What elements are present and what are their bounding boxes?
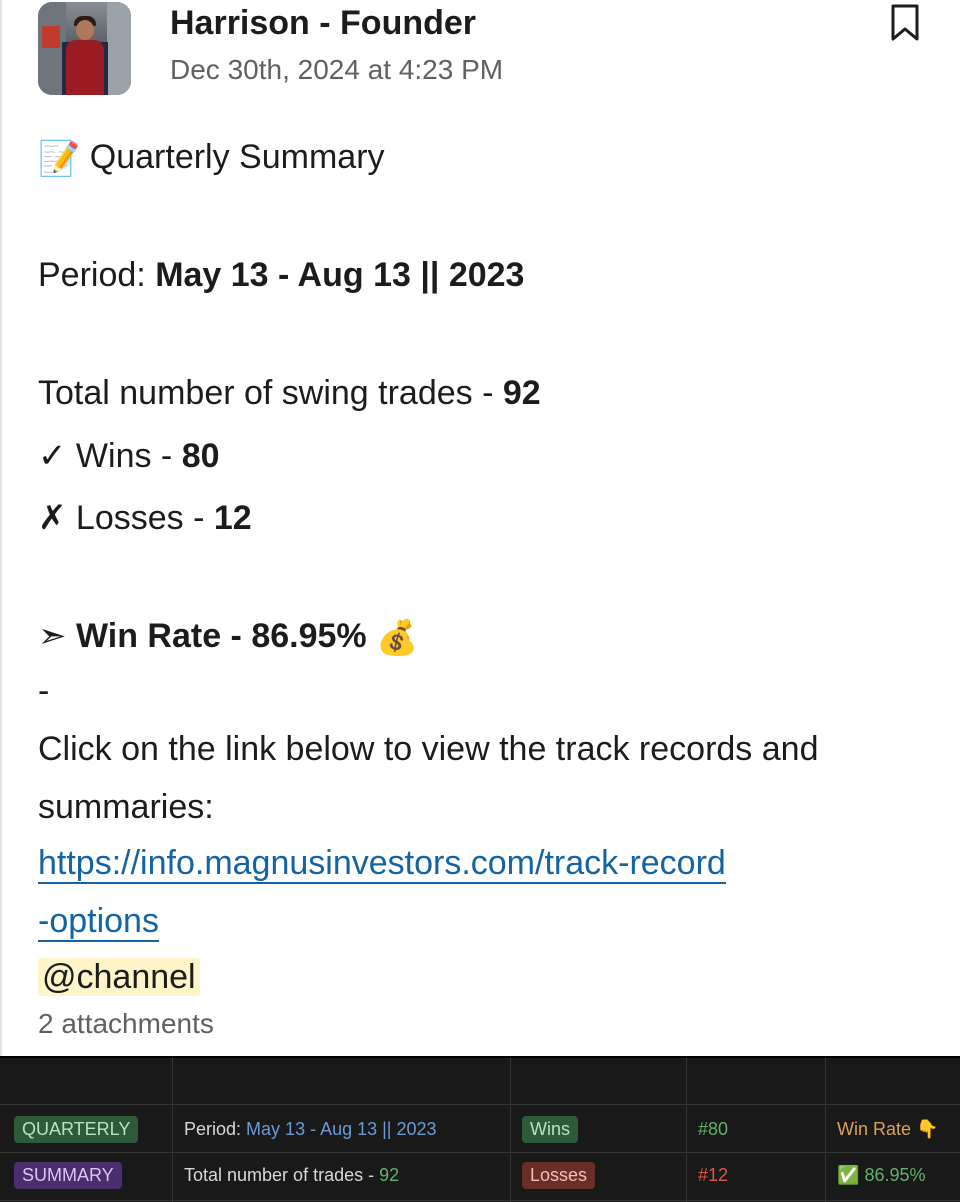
arrow-icon: ➣: [38, 617, 67, 655]
channel-mention[interactable]: @channel: [38, 958, 200, 996]
losses-count: #12: [698, 1165, 729, 1185]
period-label: Period:: [38, 256, 156, 294]
losses-tag: Losses: [522, 1162, 596, 1189]
trades-cell: Total number of trades - 92: [184, 1165, 399, 1186]
track-record-link-continued[interactable]: -options: [38, 902, 159, 942]
separator-dash: -: [38, 672, 50, 710]
period-cell-value: May 13 - Aug 13 || 2023: [246, 1119, 437, 1139]
cta-line-2: summaries:: [38, 788, 214, 826]
losses-value: 12: [213, 499, 252, 537]
period-value: May 13 - Aug 13 || 2023: [155, 256, 525, 294]
total-trades-line: Total number of swing trades - 92: [38, 374, 541, 413]
message-timestamp[interactable]: Dec 30th, 2024 at 4:23 PM: [170, 54, 503, 86]
quarterly-tag: QUARTERLY: [14, 1116, 139, 1143]
win-rate-value-cell: ✅ 86.95%: [837, 1165, 926, 1186]
win-rate-value: 86.95%: [864, 1165, 926, 1185]
money-bag-icon: 💰: [376, 619, 419, 658]
channel-mention-line: @channel: [38, 958, 200, 997]
wins-tag: Wins: [522, 1116, 578, 1143]
trades-cell-value: 92: [379, 1165, 400, 1185]
memo-icon: 📝: [38, 140, 81, 179]
summary-tag: SUMMARY: [14, 1162, 122, 1189]
check-icon: ✅: [837, 1165, 860, 1185]
period-cell-label: Period:: [184, 1119, 247, 1139]
attachments-count[interactable]: 2 attachments: [38, 1008, 214, 1040]
wins-count: #80: [698, 1119, 729, 1139]
wins-label: ✓ Wins -: [38, 437, 182, 475]
trades-cell-label: Total number of trades -: [184, 1165, 380, 1185]
period-cell: Period: May 13 - Aug 13 || 2023: [184, 1119, 437, 1140]
track-record-link[interactable]: https://info.magnusinvestors.com/track-r…: [38, 844, 726, 884]
attachment-preview-table[interactable]: QUARTERLY Period: May 13 - Aug 13 || 202…: [0, 1056, 960, 1202]
author-name[interactable]: Harrison - Founder: [170, 4, 476, 43]
cta-line-1: Click on the link below to view the trac…: [38, 730, 819, 768]
message-title: 📝 Quarterly Summary: [38, 138, 385, 179]
win-rate-label: Win Rate 👇: [837, 1119, 939, 1139]
win-rate-text: Win Rate - 86.95%: [75, 617, 367, 655]
losses-label: ✗ Losses -: [38, 499, 214, 537]
period-line: Period: May 13 - Aug 13 || 2023: [38, 256, 524, 295]
wins-line: ✓ Wins - 80: [38, 436, 220, 476]
link-part-1[interactable]: https://info.magnusinvestors.com/track-r…: [38, 844, 726, 884]
title-text: Quarterly Summary: [89, 138, 385, 176]
total-label: Total number of swing trades -: [38, 374, 503, 412]
avatar[interactable]: [38, 2, 131, 95]
wins-value: 80: [181, 437, 220, 475]
bookmark-icon[interactable]: [890, 4, 920, 42]
link-part-2[interactable]: -options: [38, 902, 159, 942]
total-value: 92: [502, 374, 541, 412]
left-border: [0, 0, 2, 1056]
losses-line: ✗ Losses - 12: [38, 498, 252, 538]
win-rate-line: ➣ Win Rate - 86.95% 💰: [38, 616, 418, 658]
